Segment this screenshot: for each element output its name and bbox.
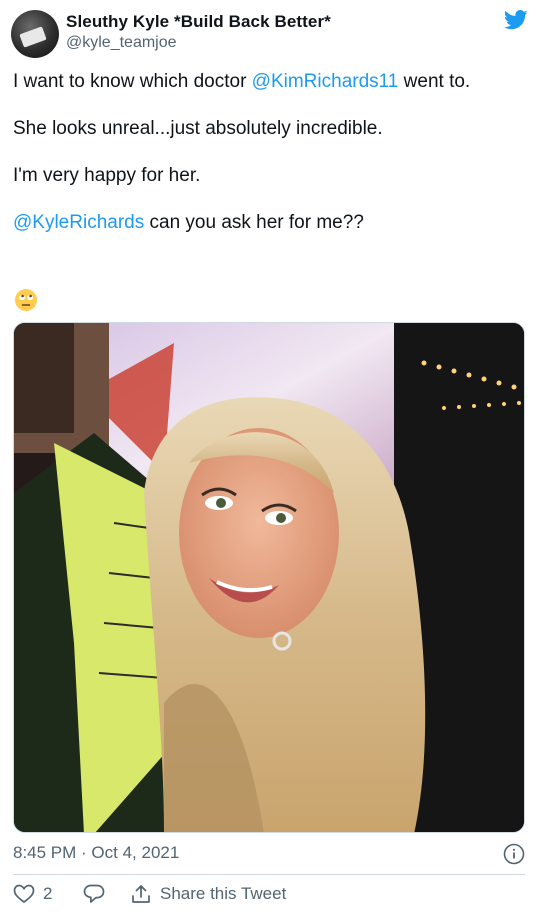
like-count: 2: [43, 884, 53, 903]
info-icon[interactable]: [503, 843, 525, 865]
share-icon: [132, 885, 150, 903]
timestamp[interactable]: 8:45 PM · Oct 4, 2021: [13, 843, 179, 863]
twitter-bird-icon[interactable]: [504, 10, 528, 30]
heart-icon: [13, 884, 35, 904]
tweet-paragraph-3: I'm very happy for her.: [13, 165, 201, 186]
author-name[interactable]: Sleuthy Kyle *Build Back Better*: [66, 12, 331, 32]
mention-kyle-richards[interactable]: @KyleRichards: [13, 212, 144, 233]
rolling-eyes-emoji-icon: [14, 288, 38, 312]
tweet-paragraph-4: @KyleRichards can you ask her for me??: [13, 211, 523, 235]
text-segment: I want to know which doctor: [13, 71, 252, 92]
divider: [13, 874, 525, 875]
text-segment: went to.: [398, 71, 471, 92]
tweet-paragraph-1: I want to know which doctor @KimRichards…: [13, 70, 523, 94]
like-button[interactable]: 2: [13, 884, 52, 904]
text-segment: can you ask her for me??: [144, 212, 364, 233]
author-handle[interactable]: @kyle_teamjoe: [66, 34, 177, 52]
tweet-paragraph-2: She looks unreal...just absolutely incre…: [13, 118, 383, 139]
tweet-header: Sleuthy Kyle *Build Back Better* @kyle_t…: [0, 0, 541, 62]
avatar[interactable]: [11, 10, 59, 58]
tweet-photo[interactable]: [13, 322, 525, 833]
tweet-text: I want to know which doctor @KimRichards…: [13, 70, 523, 258]
reply-button[interactable]: [83, 884, 105, 904]
tweet-actions: 2 Share this Tweet: [13, 880, 525, 910]
share-button[interactable]: Share this Tweet: [130, 884, 286, 904]
share-label: Share this Tweet: [160, 884, 287, 903]
reply-icon: [83, 884, 105, 903]
mention-kim-richards[interactable]: @KimRichards11: [252, 71, 399, 92]
